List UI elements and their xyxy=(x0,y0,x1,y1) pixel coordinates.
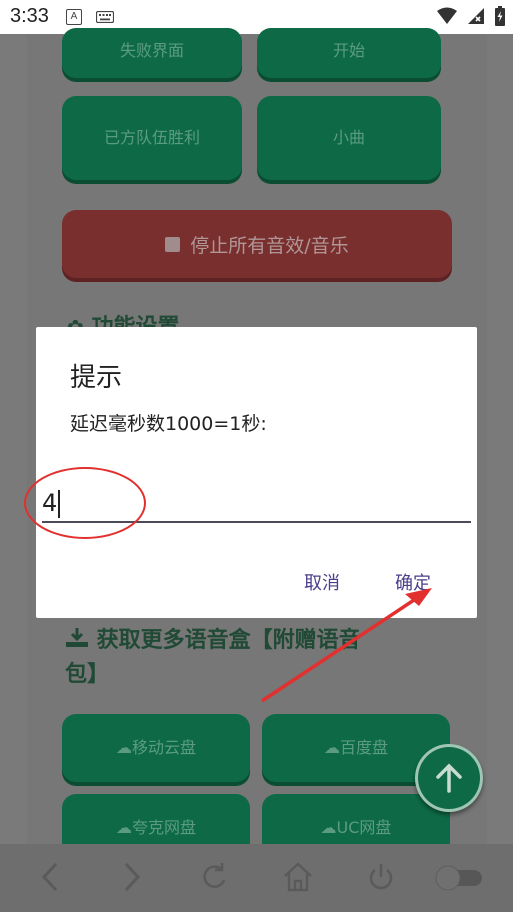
battery-charging-icon xyxy=(495,6,505,26)
cloud-icon: ☁ xyxy=(115,738,132,757)
cloud-button-label: 百度盘 xyxy=(339,738,388,757)
signal-icon xyxy=(468,8,484,24)
power-icon[interactable] xyxy=(366,860,396,894)
arrow-up-icon xyxy=(436,763,462,793)
status-time: 3:33 xyxy=(10,5,49,27)
annotation-circle xyxy=(24,467,146,539)
download-icon xyxy=(66,628,88,647)
scroll-top-button[interactable] xyxy=(415,744,483,812)
cloud-icon: ☁ xyxy=(115,818,132,837)
toggle-switch[interactable] xyxy=(434,864,486,892)
cloud-button-label: UC网盘 xyxy=(336,818,392,837)
wifi-icon xyxy=(437,7,457,24)
bottom-toolbar xyxy=(0,844,513,912)
refresh-icon[interactable] xyxy=(200,860,230,894)
sound-button-label: 已方队伍胜利 xyxy=(103,128,200,147)
cloud-button-label: 移动云盘 xyxy=(131,738,196,757)
stop-all-sounds-button[interactable]: 停止所有音效/音乐 xyxy=(62,210,452,278)
stop-button-label: 停止所有音效/音乐 xyxy=(190,234,349,257)
home-icon[interactable] xyxy=(282,860,314,894)
sound-button-label: 小曲 xyxy=(332,128,365,147)
prompt-dialog: 提示 延迟毫秒数1000=1秒: 4 取消 确定 xyxy=(24,327,477,618)
cancel-button[interactable]: 取消 xyxy=(304,569,340,595)
dialog-message: 延迟毫秒数1000=1秒: xyxy=(70,413,267,435)
sound-button-team-win[interactable]: 已方队伍胜利 xyxy=(62,96,242,180)
ok-button[interactable]: 确定 xyxy=(395,569,431,595)
a-notification-icon: A xyxy=(66,9,82,25)
sound-button-label: 失败界面 xyxy=(119,41,184,60)
stop-icon xyxy=(165,236,181,252)
get-more-section-title: 获取更多语音盒【附赠语音 包】 xyxy=(65,628,361,687)
sound-button-start[interactable]: 开始 xyxy=(257,28,441,78)
cloud-icon: ☁ xyxy=(320,818,337,837)
dialog-title: 提示 xyxy=(70,363,123,393)
cloud-icon: ☁ xyxy=(323,738,340,757)
cloud-button-mobile[interactable]: ☁移动云盘 xyxy=(62,714,250,782)
keyboard-icon xyxy=(96,11,114,23)
forward-icon[interactable] xyxy=(120,860,144,894)
sound-button-label: 开始 xyxy=(332,41,365,60)
back-icon[interactable] xyxy=(38,860,62,894)
cloud-button-label: 夸克网盘 xyxy=(131,818,196,837)
sound-button-tune[interactable]: 小曲 xyxy=(257,96,441,180)
sound-button-fail[interactable]: 失败界面 xyxy=(62,28,242,78)
